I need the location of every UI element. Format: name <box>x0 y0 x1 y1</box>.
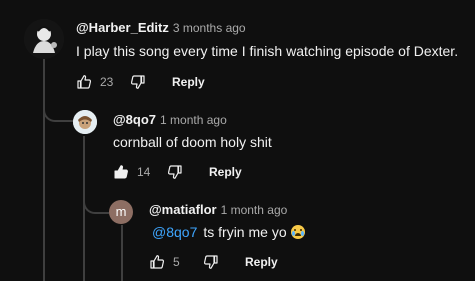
comment-actions: 5 Reply <box>149 252 278 272</box>
comment-timestamp[interactable]: 1 month ago <box>160 113 227 127</box>
comment-author[interactable]: @Harber_Editz 3 months ago <box>76 20 246 35</box>
like-button[interactable] <box>113 164 129 180</box>
comment-text: cornball of doom holy shit <box>113 134 272 150</box>
author-name[interactable]: @matiaflor <box>149 202 217 217</box>
avatar[interactable] <box>24 19 64 59</box>
reply-button[interactable]: Reply <box>245 255 278 269</box>
reply-button[interactable]: Reply <box>209 165 242 179</box>
mention-link[interactable]: @8qo7 <box>152 224 197 240</box>
thumbs-up-filled-icon <box>114 165 128 179</box>
avatar[interactable] <box>73 110 97 134</box>
like-count: 14 <box>137 165 151 179</box>
thread-connector-nested <box>83 186 109 214</box>
like-button[interactable] <box>76 74 92 90</box>
avatar-image <box>73 110 97 134</box>
like-count: 23 <box>100 75 114 89</box>
comment-timestamp[interactable]: 3 months ago <box>173 21 246 35</box>
dislike-button[interactable] <box>130 74 146 90</box>
comment-text: I play this song every time I finish wat… <box>76 43 459 59</box>
like-count: 5 <box>173 255 180 269</box>
author-name[interactable]: @Harber_Editz <box>76 20 169 35</box>
comment-timestamp[interactable]: 1 month ago <box>221 203 288 217</box>
thread-line <box>43 57 45 281</box>
thumbs-up-icon <box>150 255 165 269</box>
thumbs-down-icon <box>130 75 145 89</box>
avatar-image <box>24 19 64 59</box>
comment-author[interactable]: @8qo7 1 month ago <box>113 112 227 127</box>
dislike-button[interactable] <box>203 254 219 270</box>
comment-author[interactable]: @matiaflor 1 month ago <box>149 202 287 217</box>
thumbs-up-icon <box>77 75 92 89</box>
dislike-button[interactable] <box>167 164 183 180</box>
comment-thread: @Harber_Editz 3 months ago I play this so… <box>0 0 475 281</box>
like-button[interactable] <box>149 254 165 270</box>
thread-line-deep <box>121 225 123 281</box>
thumbs-down-icon <box>167 165 182 179</box>
thread-connector <box>43 100 73 122</box>
comment-body: ts fryin me yo <box>203 224 287 240</box>
comment-text: @8qo7 ts fryin me yo <box>152 224 305 240</box>
avatar-letter: m <box>115 204 127 219</box>
loudly-crying-face-icon <box>290 225 305 239</box>
reply-button[interactable]: Reply <box>172 75 205 89</box>
thumbs-down-icon <box>203 255 218 269</box>
comment-actions: 14 Reply <box>113 162 242 182</box>
author-name[interactable]: @8qo7 <box>113 112 156 127</box>
comment-actions: 23 Reply <box>76 72 205 92</box>
avatar[interactable]: m <box>109 200 133 224</box>
